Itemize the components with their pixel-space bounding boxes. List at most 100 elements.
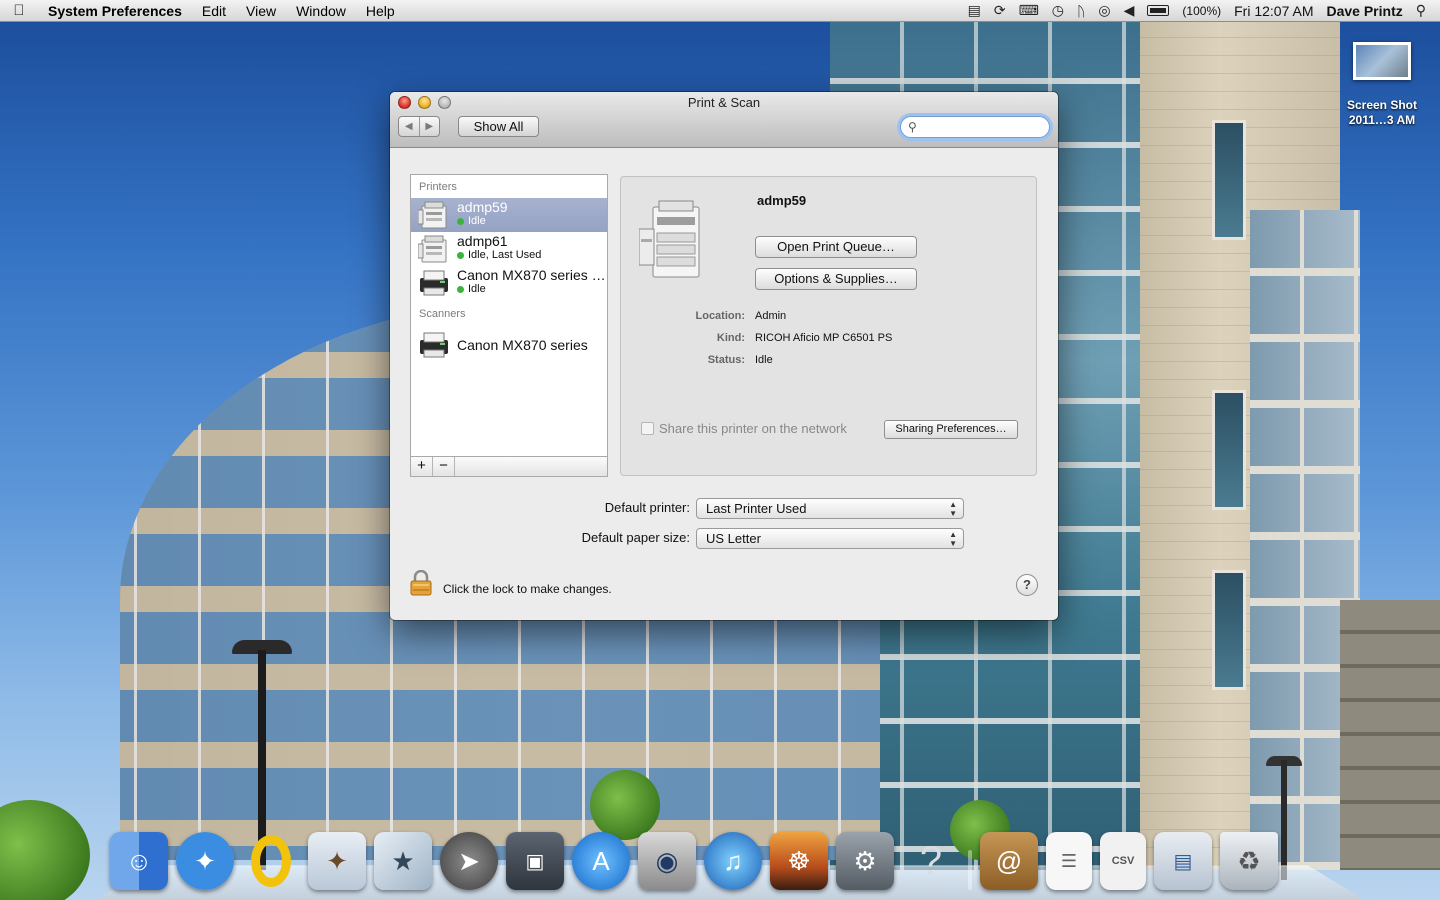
- battery-icon[interactable]: [1147, 5, 1170, 16]
- status-dot-icon: [457, 286, 464, 293]
- copier-icon: [418, 235, 447, 263]
- safari-icon[interactable]: ✦: [176, 832, 234, 890]
- lock-message[interactable]: Click the lock to make changes.: [443, 582, 612, 596]
- display-mirror-icon[interactable]: ▤: [968, 2, 981, 19]
- sharing-preferences-button[interactable]: Sharing Preferences…: [884, 420, 1018, 439]
- scanners-header: Scanners: [419, 308, 466, 320]
- system-preferences-icon[interactable]: ⚙: [836, 832, 894, 890]
- wifi-icon[interactable]: ◎: [1098, 2, 1110, 19]
- default-printer-label: Default printer:: [604, 500, 690, 515]
- printer-row-admp59[interactable]: admp59 Idle: [411, 198, 607, 232]
- app-store-icon[interactable]: A: [572, 832, 630, 890]
- menu-bar:  System Preferences Edit View Window He…: [0, 0, 1440, 22]
- wallpaper-tree: [0, 800, 90, 900]
- open-print-queue-button[interactable]: Open Print Queue…: [755, 236, 917, 258]
- facetime-icon[interactable]: ◉: [638, 832, 696, 890]
- menu-user[interactable]: Dave Printz: [1326, 3, 1402, 19]
- menu-window[interactable]: Window: [286, 3, 356, 19]
- menu-view[interactable]: View: [236, 3, 286, 19]
- window-titlebar[interactable]: Print & Scan ◀ ▶ Show All ⚲: [390, 92, 1058, 148]
- iphoto-icon[interactable]: ★: [374, 832, 432, 890]
- desktop-file-label-line2: 2011…3 AM: [1348, 113, 1416, 127]
- trash-icon[interactable]: ♻: [1220, 832, 1278, 890]
- forward-arrow-icon[interactable]: ▶: [420, 117, 440, 136]
- help-viewer-icon[interactable]: ?: [902, 832, 960, 890]
- menu-clock[interactable]: Fri 12:07 AM: [1234, 3, 1313, 19]
- checkbox-icon[interactable]: [641, 422, 654, 435]
- dock-separator: [968, 850, 972, 890]
- search-field[interactable]: ⚲: [900, 116, 1050, 138]
- printer-status: Idle: [457, 283, 607, 296]
- volume-icon[interactable]: ◀: [1124, 2, 1135, 19]
- scanner-name: Canon MX870 series: [457, 337, 588, 353]
- printer-row-canon[interactable]: Canon MX870 series (… Idle: [411, 266, 607, 300]
- share-printer-checkbox[interactable]: Share this printer on the network: [641, 421, 847, 436]
- printer-name: admp61: [457, 233, 508, 249]
- printer-status-text: Idle: [468, 215, 486, 227]
- search-input[interactable]: [923, 119, 1041, 135]
- wallpaper-far-building: [1340, 600, 1440, 870]
- printer-detail-name: admp59: [757, 193, 807, 208]
- printer-status: Idle: [457, 215, 607, 228]
- print-scan-window: Print & Scan ◀ ▶ Show All ⚲ Printers adm…: [390, 92, 1058, 620]
- printer-list[interactable]: Printers admp59 Idle admp61 Idle, Last U…: [410, 174, 608, 476]
- lock-icon[interactable]: [410, 570, 432, 596]
- launchpad-icon[interactable]: ➤: [440, 832, 498, 890]
- time-machine-icon[interactable]: ◷: [1052, 2, 1064, 19]
- opera-icon[interactable]: [242, 832, 300, 890]
- keyboard-icon[interactable]: ⌨: [1019, 2, 1039, 19]
- iphoto-library-icon[interactable]: ☸: [770, 832, 828, 890]
- scanner-row-canon[interactable]: Canon MX870 series: [411, 325, 607, 365]
- printer-name: admp59: [457, 199, 508, 215]
- mail-icon[interactable]: ✦: [308, 832, 366, 890]
- large-copier-icon: [639, 200, 700, 278]
- desktop-file-screenshot[interactable]: Screen Shot 2011…3 AM: [1330, 42, 1434, 128]
- popup-arrows-icon: ▲ ▼: [949, 530, 957, 548]
- status-area: ▤ ⟳ ⌨ ◷ ᚢ ◎ ◀ (100%) Fri 12:07 AM Dave P…: [968, 2, 1440, 19]
- location-label: Location:: [695, 310, 746, 322]
- back-forward-control: ◀ ▶: [398, 116, 440, 137]
- apple-menu-icon[interactable]: : [0, 2, 38, 19]
- printer-row-admp61[interactable]: admp61 Idle, Last Used: [411, 232, 607, 266]
- remove-printer-button[interactable]: −: [433, 457, 455, 476]
- menu-app-name[interactable]: System Preferences: [38, 3, 192, 19]
- location-value: Admin: [755, 310, 787, 322]
- itunes-icon[interactable]: ♫: [704, 832, 762, 890]
- printer-status-text: Idle, Last Used: [468, 249, 542, 261]
- printer-status: Idle, Last Used: [457, 249, 607, 262]
- bluetooth-icon[interactable]: ᚢ: [1077, 3, 1085, 19]
- spotlight-search-icon[interactable]: ⚲: [1416, 2, 1426, 19]
- kind-label: Kind:: [716, 332, 745, 344]
- document-icon[interactable]: ☰: [1046, 832, 1092, 890]
- options-supplies-button[interactable]: Options & Supplies…: [755, 268, 917, 290]
- address-book-icon[interactable]: @: [980, 832, 1038, 890]
- menu-edit[interactable]: Edit: [192, 3, 236, 19]
- battery-percent[interactable]: (100%): [1182, 4, 1221, 18]
- default-printer-popup[interactable]: Last Printer Used ▲ ▼: [696, 498, 964, 519]
- screen-sharing-icon[interactable]: ▤: [1154, 832, 1212, 890]
- desktop-file-label-line1: Screen Shot: [1346, 98, 1418, 112]
- back-arrow-icon[interactable]: ◀: [399, 117, 420, 136]
- sync-icon[interactable]: ⟳: [994, 2, 1006, 19]
- printer-detail-pane: admp59 Open Print Queue… Options & Suppl…: [620, 176, 1037, 476]
- help-button[interactable]: ?: [1016, 574, 1038, 596]
- preview-icon[interactable]: ▣: [506, 832, 564, 890]
- default-paper-popup[interactable]: US Letter ▲ ▼: [696, 528, 964, 549]
- show-all-button[interactable]: Show All: [458, 116, 539, 137]
- search-icon: ⚲: [908, 120, 917, 134]
- list-button-bar: + −: [410, 456, 608, 477]
- csv-file-icon[interactable]: CSV: [1100, 832, 1146, 890]
- printer-status-text: Idle: [468, 283, 486, 295]
- status-value: Idle: [755, 354, 773, 366]
- copier-icon: [418, 201, 447, 229]
- dock: ☺ ✦ ✦ ★ ➤ ▣ A ◉ ♫ ☸ ⚙ ? @ ☰ CSV ▤ ♻: [110, 818, 1340, 890]
- wallpaper-window: [1212, 390, 1246, 510]
- default-printer-value: Last Printer Used: [706, 501, 807, 516]
- scanner-icon: [420, 332, 448, 358]
- status-dot-icon: [457, 252, 464, 259]
- menu-help[interactable]: Help: [356, 3, 405, 19]
- screenshot-thumbnail-icon: [1353, 42, 1411, 80]
- finder-icon[interactable]: ☺: [110, 832, 168, 890]
- add-printer-button[interactable]: +: [411, 457, 433, 476]
- popup-arrows-icon: ▲ ▼: [949, 500, 957, 518]
